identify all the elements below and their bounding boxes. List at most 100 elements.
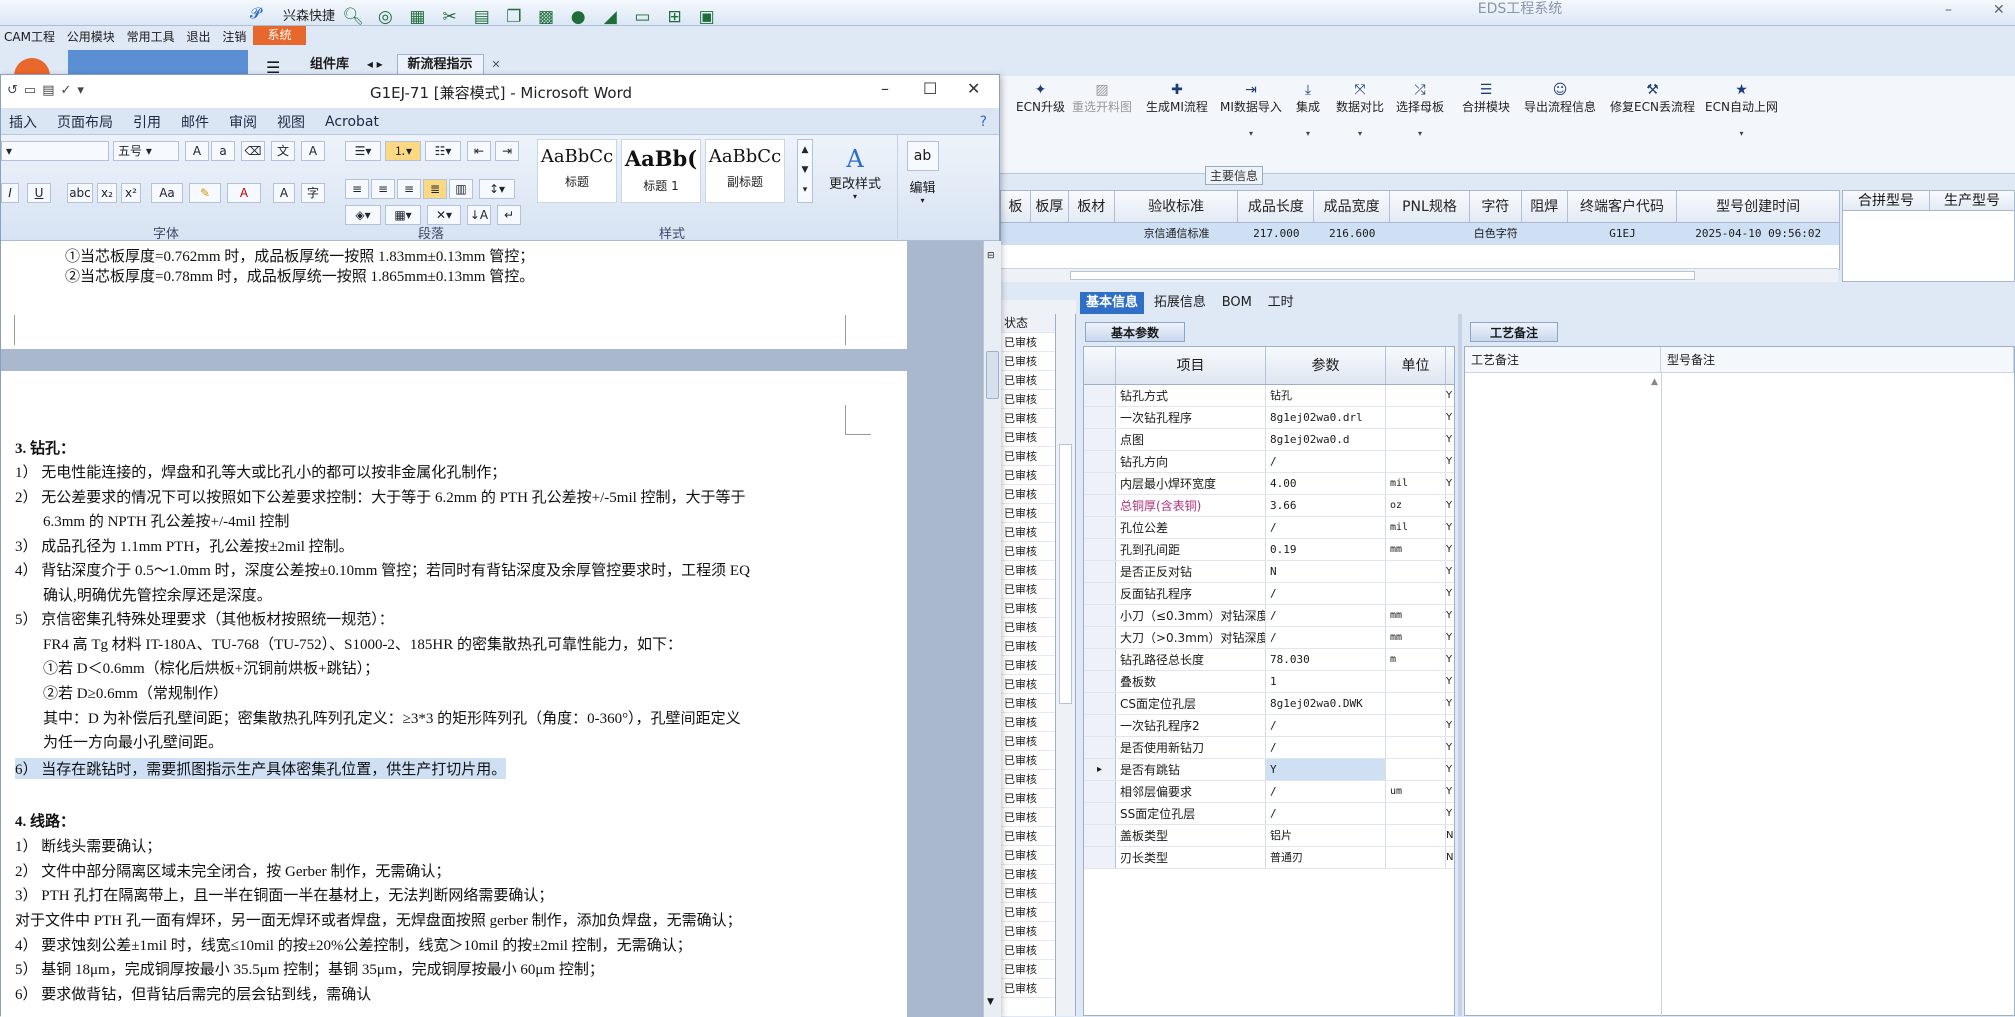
status-vertical-scrollbar[interactable] bbox=[1056, 314, 1076, 1016]
chart-icon[interactable]: ◢ bbox=[599, 7, 621, 27]
tab-work-hours[interactable]: 工时 bbox=[1262, 292, 1300, 314]
align-left-icon[interactable]: ≡ bbox=[345, 179, 369, 199]
word-close-button[interactable]: ✕ bbox=[967, 79, 980, 98]
ecn-upgrade-button[interactable]: ✦ ECN升级 bbox=[1016, 82, 1065, 115]
style-heading-1[interactable]: AaBb(标题 1 bbox=[621, 139, 701, 203]
param-value[interactable]: 4.00 bbox=[1266, 473, 1386, 494]
tab-new-process[interactable]: 新流程指示 bbox=[396, 54, 484, 74]
tab-acrobat[interactable]: Acrobat bbox=[325, 114, 379, 130]
param-row[interactable]: 反面钻孔程序 / Y bbox=[1084, 583, 1454, 605]
style-title[interactable]: AaBbCc 标题 bbox=[537, 139, 617, 203]
generate-mi-button[interactable]: ✚ 生成MI流程 bbox=[1146, 82, 1208, 115]
col-width[interactable]: 成品宽度 bbox=[1314, 191, 1391, 222]
tab-layout[interactable]: 页面布局 bbox=[57, 112, 113, 132]
tab-basic-info[interactable]: 基本信息 bbox=[1080, 292, 1145, 314]
param-row[interactable]: 孔位公差 / mil Y bbox=[1084, 517, 1454, 539]
param-value[interactable]: / bbox=[1266, 737, 1386, 758]
justify-icon[interactable]: ≣ bbox=[423, 179, 447, 199]
merge-module-button[interactable]: ☰ 合拼模块 bbox=[1462, 82, 1510, 115]
param-row[interactable]: 是否正反对钻 N Y bbox=[1084, 561, 1454, 583]
col-customer-code[interactable]: 终端客户代码 bbox=[1568, 191, 1678, 222]
eds-minimize-button[interactable]: – bbox=[1945, 2, 1952, 18]
strikethrough-icon[interactable]: abc bbox=[67, 183, 93, 203]
col-created-time[interactable]: 型号创建时间 bbox=[1677, 191, 1839, 222]
col-material[interactable]: 板材 bbox=[1069, 191, 1115, 222]
col-length[interactable]: 成品长度 bbox=[1238, 191, 1315, 222]
decrease-indent-icon[interactable]: ⇤ bbox=[467, 141, 491, 161]
repair-ecn-button[interactable]: ⚒ 修复ECN丢流程 bbox=[1610, 82, 1695, 115]
col-standard[interactable]: 验收标准 bbox=[1115, 191, 1239, 222]
col-thickness[interactable]: 板厚 bbox=[1031, 191, 1069, 222]
param-row[interactable]: 盖板类型 铝片 N bbox=[1084, 825, 1454, 847]
param-value[interactable]: 钻孔 bbox=[1266, 385, 1386, 406]
param-row[interactable]: 点图 8g1ej02wa0.d Y bbox=[1084, 429, 1454, 451]
scissors-icon[interactable]: ✂ bbox=[439, 7, 461, 27]
windows-icon[interactable]: ⊞ bbox=[664, 7, 686, 27]
tab-nav-arrows-icon[interactable]: ◂ ▸ bbox=[367, 57, 383, 71]
font-color-icon[interactable]: A bbox=[227, 183, 261, 203]
film-icon[interactable]: ▤ bbox=[471, 7, 493, 27]
menu-common-module[interactable]: 公用模块 bbox=[67, 30, 115, 44]
col-unit[interactable]: 单位 bbox=[1386, 347, 1446, 384]
phonetic-icon[interactable]: 文 bbox=[271, 141, 295, 161]
param-row[interactable]: 小刀（≤0.3mm）对钻深度 / mm Y bbox=[1084, 605, 1454, 627]
param-value[interactable]: / bbox=[1266, 781, 1386, 802]
bullets-icon[interactable]: ☰▾ bbox=[345, 141, 381, 161]
tab-bom[interactable]: BOM bbox=[1216, 292, 1258, 314]
tab-mailings[interactable]: 邮件 bbox=[181, 112, 209, 132]
numbering-icon[interactable]: ⒈▾ bbox=[385, 141, 421, 161]
col-item[interactable]: 项目 bbox=[1116, 347, 1266, 384]
param-row[interactable]: 相邻层偏要求 / um Y bbox=[1084, 781, 1454, 803]
param-value[interactable]: / bbox=[1266, 451, 1386, 472]
param-value[interactable]: / bbox=[1266, 605, 1386, 626]
param-row[interactable]: 大刀（>0.3mm）对钻深度 / mm Y bbox=[1084, 627, 1454, 649]
param-value[interactable]: 0.19 bbox=[1266, 539, 1386, 560]
param-row[interactable]: 叠板数 1 Y bbox=[1084, 671, 1454, 693]
panel-splitter[interactable] bbox=[1458, 314, 1462, 1016]
data-compare-button[interactable]: ⤧ 数据对比 ▾ bbox=[1336, 82, 1384, 138]
align-right-icon[interactable]: ≡ bbox=[397, 179, 421, 199]
export-flow-button[interactable]: ☺ 导出流程信息 bbox=[1524, 82, 1596, 115]
scroll-up-icon[interactable]: ▲ bbox=[1651, 377, 1658, 387]
search-icon[interactable]: 🔍︎ bbox=[342, 7, 364, 27]
select-mother-board-button[interactable]: ⤮ 选择母板 ▾ bbox=[1396, 82, 1444, 138]
param-row[interactable]: CS面定位孔层 8g1ej02wa0.DWK Y bbox=[1084, 693, 1454, 715]
param-value[interactable]: 3.66 bbox=[1266, 495, 1386, 516]
multilevel-list-icon[interactable]: ☷▾ bbox=[425, 141, 461, 161]
line-spacing-icon[interactable]: ↕▾ bbox=[479, 179, 515, 199]
underline-icon[interactable]: U bbox=[27, 183, 51, 203]
integrate-button[interactable]: ⤓ 集成 ▾ bbox=[1296, 82, 1320, 138]
shading-icon[interactable]: A bbox=[273, 183, 295, 203]
eds-close-button[interactable]: ✕ bbox=[1993, 2, 2005, 18]
basic-params-tab[interactable]: 基本参数 bbox=[1085, 322, 1185, 342]
enclose-char-icon[interactable]: 字 bbox=[301, 183, 325, 203]
param-value[interactable]: 8g1ej02wa0.d bbox=[1266, 429, 1386, 450]
change-styles-button[interactable]: A 更改样式 ▾ bbox=[825, 145, 885, 201]
grid-horizontal-scrollbar[interactable] bbox=[1000, 268, 1838, 282]
edit-button[interactable]: ab 编辑 ▾ bbox=[897, 135, 947, 239]
styles-gallery-scroll[interactable]: ▲ ▼ ▾ bbox=[797, 139, 813, 203]
col-merge-model[interactable]: 合拼型号 bbox=[1843, 191, 1930, 210]
user-icon[interactable]: ● bbox=[567, 7, 589, 27]
param-value[interactable]: 78.030 bbox=[1266, 649, 1386, 670]
word-vertical-scrollbar[interactable]: ⊟ ▼ bbox=[983, 241, 1001, 1017]
sort-icon[interactable]: ↓A bbox=[467, 205, 491, 225]
subscript-icon[interactable]: x₂ bbox=[97, 183, 117, 203]
param-row[interactable]: 是否使用新钻刀 / Y bbox=[1084, 737, 1454, 759]
menu-cam[interactable]: CAM工程 bbox=[4, 30, 55, 44]
param-row[interactable]: SS面定位孔层 / Y bbox=[1084, 803, 1454, 825]
param-value[interactable]: 1 bbox=[1266, 671, 1386, 692]
tab-review[interactable]: 审阅 bbox=[229, 112, 257, 132]
process-remark-tab[interactable]: 工艺备注 bbox=[1470, 322, 1558, 342]
style-subtitle[interactable]: AaBbCc 副标题 bbox=[705, 139, 785, 203]
grid-icon[interactable]: ▩ bbox=[535, 7, 557, 27]
param-value[interactable]: 8g1ej02wa0.DWK bbox=[1266, 693, 1386, 714]
col-production-model[interactable]: 生产型号 bbox=[1930, 191, 2014, 210]
param-row[interactable]: 钻孔方向 / Y bbox=[1084, 451, 1454, 473]
param-row[interactable]: 孔到孔间距 0.19 mm Y bbox=[1084, 539, 1454, 561]
chinese-layout-icon[interactable]: ✕▾ bbox=[427, 205, 461, 225]
align-center-icon[interactable]: ≡ bbox=[371, 179, 395, 199]
highlight-icon[interactable]: ✎ bbox=[189, 183, 221, 203]
monitor-icon[interactable]: ▭ bbox=[631, 7, 653, 27]
param-value[interactable]: 普通刃 bbox=[1266, 847, 1386, 868]
